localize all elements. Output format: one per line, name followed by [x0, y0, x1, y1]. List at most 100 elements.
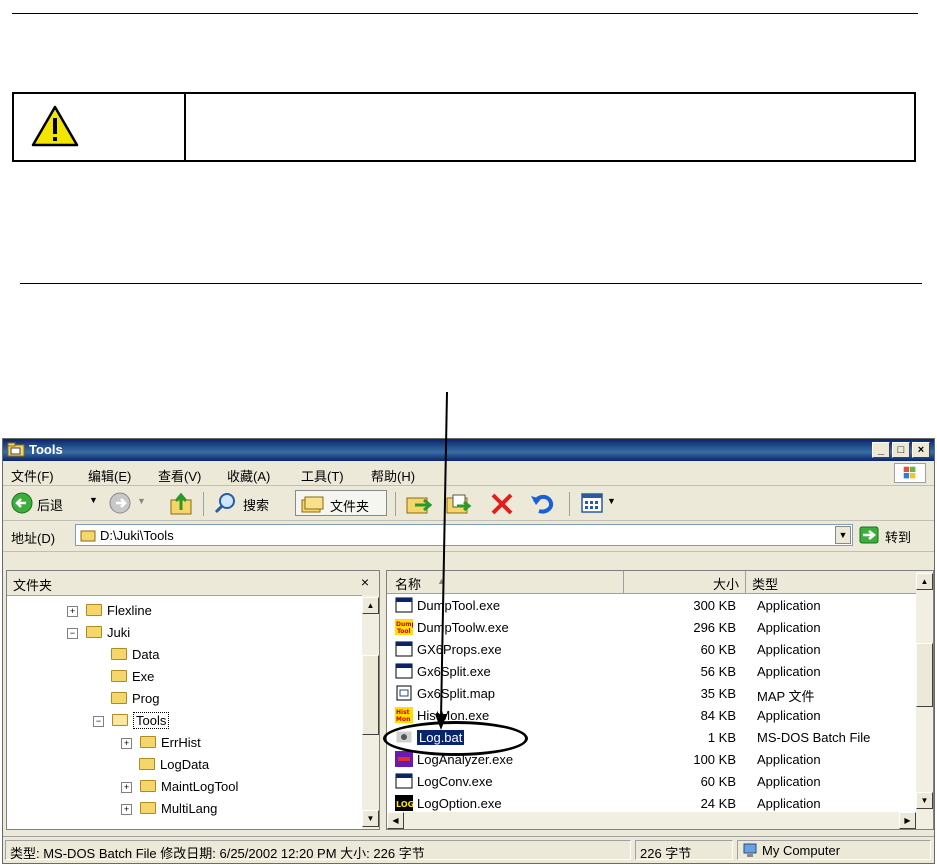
- scroll-thumb[interactable]: [916, 643, 933, 707]
- chevron-down-icon[interactable]: ▼: [89, 495, 98, 505]
- tree-item[interactable]: Data: [111, 647, 159, 667]
- tree-item[interactable]: Prog: [111, 691, 159, 711]
- search-button[interactable]: 搜索: [211, 490, 289, 516]
- scroll-right-button[interactable]: ▶: [899, 812, 916, 829]
- file-size: 300 KB: [693, 598, 736, 613]
- app-window-icon: [395, 663, 413, 679]
- delete-icon[interactable]: [489, 493, 515, 515]
- file-row[interactable]: Gx6Split.exe 56 KB Application: [387, 661, 916, 683]
- menu-favorites[interactable]: 收藏(A): [227, 466, 270, 485]
- views-button[interactable]: ▼: [577, 490, 623, 516]
- menu-view[interactable]: 查看(V): [158, 466, 201, 485]
- expand-icon[interactable]: +: [121, 804, 132, 815]
- tree-item-label: LogData: [160, 757, 210, 772]
- address-dropdown-button[interactable]: ▼: [835, 526, 851, 544]
- file-size: 56 KB: [700, 664, 736, 679]
- file-row[interactable]: GX6Props.exe 60 KB Application: [387, 639, 916, 661]
- top-rule: [12, 13, 918, 14]
- annotation-ellipse: [383, 721, 528, 756]
- explorer-window: Tools _ □ × 文件(F) 编辑(E) 查看(V) 收藏(A) 工具(T) …: [2, 438, 935, 864]
- folder-icon: [111, 648, 127, 660]
- scroll-down-button[interactable]: ▼: [362, 810, 379, 827]
- status-zone-text: My Computer: [762, 843, 841, 858]
- column-type[interactable]: 类型: [746, 571, 918, 593]
- folders-icon: [301, 496, 324, 513]
- file-row[interactable]: Gx6Split.map 35 KB MAP 文件: [387, 683, 916, 705]
- chevron-down-icon[interactable]: ▼: [137, 496, 146, 506]
- forward-button[interactable]: ▼: [107, 490, 157, 516]
- tree-item[interactable]: − Juki: [67, 625, 130, 645]
- address-input[interactable]: D:\Juki\Tools ▼: [75, 524, 853, 546]
- folder-icon: [111, 670, 127, 682]
- file-size: 296 KB: [693, 620, 736, 635]
- file-size: 60 KB: [700, 774, 736, 789]
- file-size: 60 KB: [700, 642, 736, 657]
- tree-item[interactable]: Exe: [111, 669, 154, 689]
- tree-item[interactable]: + ErrHist: [121, 735, 201, 755]
- column-name-label: 名称: [395, 577, 422, 592]
- file-type: Application: [757, 752, 821, 767]
- file-name: LogOption.exe: [417, 796, 502, 811]
- expand-icon[interactable]: +: [121, 782, 132, 793]
- file-name: DumpToolw.exe: [417, 620, 509, 635]
- maximize-button[interactable]: □: [892, 442, 910, 458]
- up-folder-icon[interactable]: [169, 492, 195, 516]
- column-name[interactable]: 名称 ▲: [387, 571, 624, 593]
- file-row[interactable]: DumpTool.exe 300 KB Application: [387, 595, 916, 617]
- tree-item[interactable]: + Flexline: [67, 603, 152, 623]
- file-type: Application: [757, 598, 821, 613]
- file-size: 24 KB: [700, 796, 736, 811]
- menu-tools[interactable]: 工具(T): [301, 466, 344, 485]
- dumptool-icon: DumpTool: [395, 619, 417, 635]
- back-label: 后退: [37, 498, 64, 513]
- sort-ascending-icon: ▲: [437, 576, 446, 586]
- file-row[interactable]: DumpToolDumpToolw.exe296 KBApplication: [387, 617, 916, 639]
- tree-item[interactable]: LogData: [139, 757, 209, 777]
- column-size[interactable]: 大小: [624, 571, 746, 593]
- menu-help[interactable]: 帮助(H): [371, 466, 415, 485]
- collapse-icon[interactable]: −: [93, 716, 104, 727]
- close-button[interactable]: ×: [912, 442, 930, 458]
- copy-to-icon[interactable]: [445, 492, 473, 516]
- back-button[interactable]: 后退 ▼: [9, 490, 101, 516]
- folders-button[interactable]: 文件夹: [295, 490, 387, 516]
- undo-icon[interactable]: [529, 492, 555, 516]
- tree-item[interactable]: − Tools: [93, 712, 170, 733]
- expand-icon[interactable]: +: [121, 738, 132, 749]
- scroll-down-button[interactable]: ▼: [916, 792, 933, 809]
- close-icon[interactable]: ×: [361, 574, 369, 590]
- file-type: Application: [757, 774, 821, 789]
- tree-item[interactable]: + MaintLogTool: [121, 779, 238, 799]
- folder-icon: [86, 604, 102, 616]
- back-arrow-icon: [11, 492, 33, 514]
- file-list-hscrollbar[interactable]: ◀ ▶: [387, 812, 916, 829]
- scroll-left-button[interactable]: ◀: [387, 812, 404, 829]
- expand-icon[interactable]: +: [67, 606, 78, 617]
- minimize-button[interactable]: _: [872, 442, 890, 458]
- tree-item-label: Juki: [107, 625, 131, 640]
- file-row[interactable]: LogConv.exe 60 KB Application: [387, 771, 916, 793]
- svg-text:Dump: Dump: [396, 621, 413, 628]
- move-to-icon[interactable]: [405, 492, 433, 516]
- toolbar-separator: [395, 492, 396, 516]
- chevron-down-icon[interactable]: ▼: [607, 496, 616, 506]
- title-bar[interactable]: Tools _ □ ×: [3, 439, 934, 461]
- file-name: LogConv.exe: [417, 774, 493, 789]
- svg-text:Hist: Hist: [396, 709, 410, 716]
- file-size: 35 KB: [700, 686, 736, 701]
- svg-text:Tool: Tool: [397, 628, 411, 635]
- file-list-scrollbar[interactable]: ▲ ▼: [916, 571, 933, 829]
- folder-icon: [140, 780, 156, 792]
- toolbar-separator: [569, 492, 570, 516]
- collapse-icon[interactable]: −: [67, 628, 78, 639]
- toolbar: 后退 ▼ ▼ 搜索 文件夹 ▼: [3, 486, 934, 521]
- scroll-thumb[interactable]: [362, 655, 379, 735]
- scroll-up-button[interactable]: ▲: [362, 597, 379, 614]
- tree-item[interactable]: + MultiLang: [121, 801, 217, 821]
- scroll-up-button[interactable]: ▲: [916, 573, 933, 590]
- histmon-icon: Hist Mon: [395, 707, 413, 723]
- menu-edit[interactable]: 编辑(E): [88, 466, 131, 485]
- folders-scrollbar[interactable]: ▲ ▼: [362, 595, 379, 829]
- address-label: 地址(D): [11, 531, 56, 546]
- menu-file[interactable]: 文件(F): [11, 466, 54, 485]
